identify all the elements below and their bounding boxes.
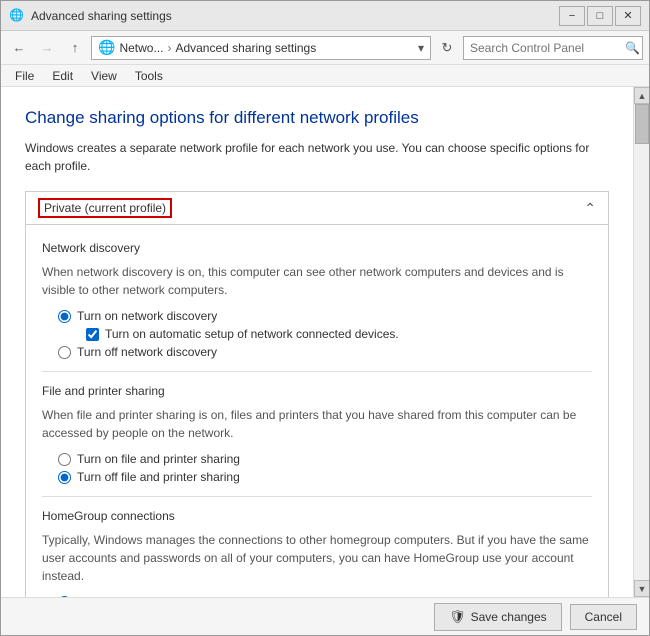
scrollbar-down-button[interactable]: ▼ [634, 580, 649, 597]
maximize-button[interactable]: □ [587, 6, 613, 26]
file-printer-options: Turn on file and printer sharing Turn of… [58, 452, 592, 484]
search-icon[interactable]: 🔍 [625, 41, 640, 55]
network-icon: 🌐 [98, 39, 115, 56]
title-bar: 🌐 Advanced sharing settings − □ ✕ [1, 1, 649, 31]
file-printer-desc: When file and printer sharing is on, fil… [42, 406, 592, 442]
forward-button[interactable]: → [35, 36, 59, 60]
back-button[interactable]: ← [7, 36, 31, 60]
menu-view[interactable]: View [83, 67, 125, 85]
network-discovery-options: Turn on network discovery Turn on automa… [58, 309, 592, 359]
checkbox-auto-setup-label: Turn on automatic setup of network conne… [105, 327, 399, 341]
page-title: Change sharing options for different net… [25, 107, 609, 129]
profile-header[interactable]: Private (current profile) ⌃ [26, 192, 608, 225]
address-separator: › [167, 41, 171, 55]
radio-turn-on-discovery: Turn on network discovery [58, 309, 592, 323]
radio-turn-on-fileshare-label: Turn on file and printer sharing [77, 452, 240, 466]
checkbox-auto-setup-input[interactable] [86, 328, 99, 341]
checkbox-auto-setup: Turn on automatic setup of network conne… [86, 327, 592, 341]
radio-turn-off-discovery: Turn off network discovery [58, 345, 592, 359]
menu-edit[interactable]: Edit [44, 67, 81, 85]
profile-header-text: Private (current profile) [44, 201, 166, 215]
bottom-bar: 🛡 Save changes Cancel [1, 597, 649, 635]
radio-turn-off-fileshare-input[interactable] [58, 471, 71, 484]
radio-turn-off-discovery-label: Turn off network discovery [77, 345, 217, 359]
profile-section: Private (current profile) ⌃ Network disc… [25, 191, 609, 597]
address-path: Netwo... [119, 41, 163, 55]
scrollbar: ▲ ▼ [633, 87, 649, 597]
scrollbar-track [634, 104, 649, 580]
radio-turn-on-fileshare: Turn on file and printer sharing [58, 452, 592, 466]
homegroup-desc: Typically, Windows manages the connectio… [42, 531, 592, 585]
search-box: 🔍 [463, 36, 643, 60]
shield-icon: 🛡 [449, 609, 466, 625]
scrollbar-up-button[interactable]: ▲ [634, 87, 649, 104]
save-button[interactable]: 🛡 Save changes [434, 603, 562, 631]
menu-tools[interactable]: Tools [127, 67, 171, 85]
scrollbar-thumb[interactable] [635, 104, 649, 144]
radio-turn-on-fileshare-input[interactable] [58, 453, 71, 466]
radio-turn-on-discovery-input[interactable] [58, 310, 71, 323]
address-bar: 🌐 Netwo... › Advanced sharing settings ▾ [91, 36, 431, 60]
content-area: Change sharing options for different net… [1, 87, 649, 597]
menu-file[interactable]: File [7, 67, 42, 85]
cancel-button[interactable]: Cancel [570, 604, 637, 630]
window: 🌐 Advanced sharing settings − □ ✕ ← → ↑ … [0, 0, 650, 636]
network-discovery-desc: When network discovery is on, this compu… [42, 263, 592, 299]
section-body: Network discovery When network discovery… [26, 225, 608, 597]
radio-turn-off-fileshare-label: Turn off file and printer sharing [77, 470, 240, 484]
radio-turn-off-fileshare: Turn off file and printer sharing [58, 470, 592, 484]
profile-header-label-wrapper: Private (current profile) [38, 198, 172, 218]
profile-collapse-icon: ⌃ [584, 200, 596, 217]
close-button[interactable]: ✕ [615, 6, 641, 26]
divider-1 [42, 371, 592, 372]
address-current: Advanced sharing settings [175, 41, 316, 55]
radio-turn-on-discovery-label: Turn on network discovery [77, 309, 217, 323]
window-controls: − □ ✕ [559, 6, 641, 26]
nav-bar: ← → ↑ 🌐 Netwo... › Advanced sharing sett… [1, 31, 649, 65]
search-input[interactable] [470, 41, 625, 55]
divider-2 [42, 496, 592, 497]
save-button-label: Save changes [471, 610, 547, 624]
page-subtitle: Windows creates a separate network profi… [25, 139, 609, 175]
minimize-button[interactable]: − [559, 6, 585, 26]
up-button[interactable]: ↑ [63, 36, 87, 60]
radio-turn-off-discovery-input[interactable] [58, 346, 71, 359]
window-title: Advanced sharing settings [31, 9, 559, 23]
network-discovery-title: Network discovery [42, 241, 592, 255]
homegroup-title: HomeGroup connections [42, 509, 592, 523]
address-dropdown-icon[interactable]: ▾ [418, 41, 424, 55]
main-content: Change sharing options for different net… [1, 87, 633, 597]
file-printer-title: File and printer sharing [42, 384, 592, 398]
window-icon: 🌐 [9, 8, 25, 24]
menu-bar: File Edit View Tools [1, 65, 649, 87]
refresh-button[interactable]: ↻ [435, 36, 459, 60]
